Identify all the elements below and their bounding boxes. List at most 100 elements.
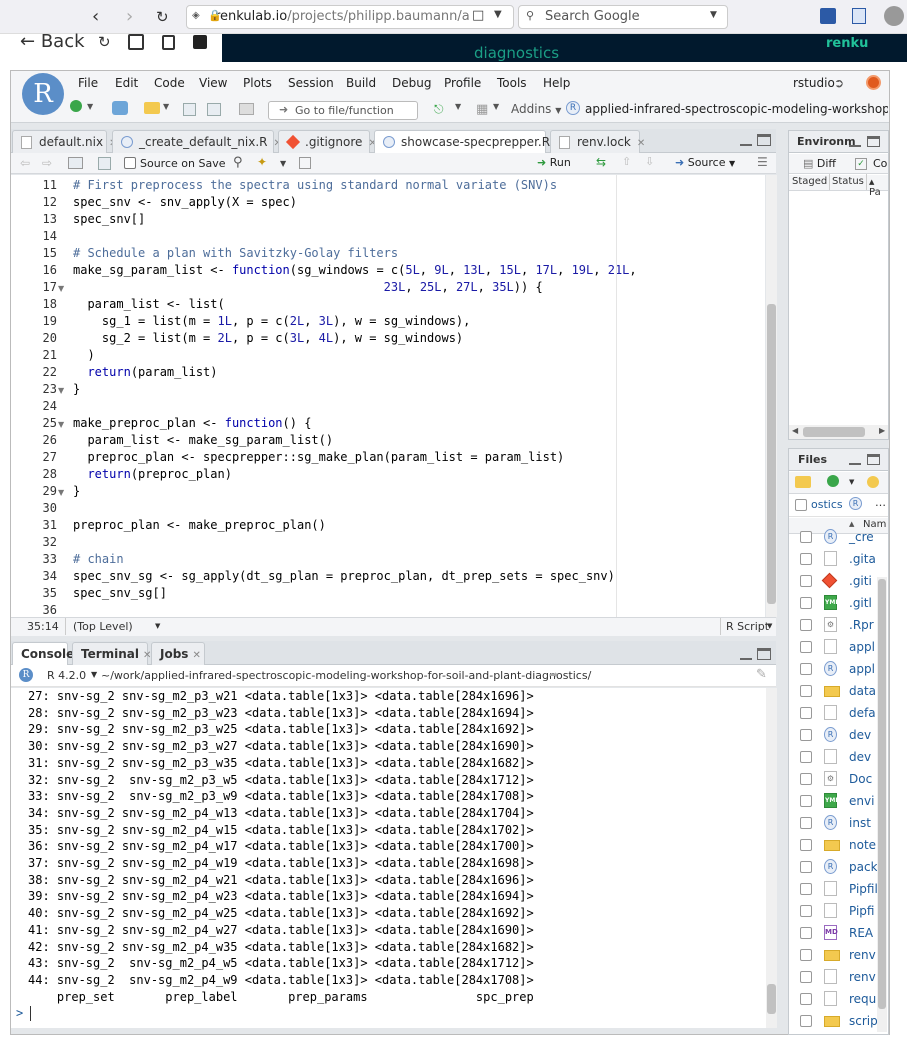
go-to-directory-icon[interactable]: ➦	[549, 668, 558, 681]
file-name[interactable]: scripts	[849, 1014, 879, 1028]
file-name[interactable]: renv	[849, 970, 876, 984]
console-scrollbar[interactable]	[766, 688, 777, 1028]
go-up-icon[interactable]: ⇧	[622, 155, 631, 168]
fold-chevron-icon[interactable]: ▼	[58, 284, 64, 293]
menu-edit[interactable]: Edit	[115, 76, 138, 90]
renku-logo[interactable]: renku	[826, 36, 868, 51]
menu-session[interactable]: Session	[288, 76, 334, 90]
file-row[interactable]: dev	[789, 747, 879, 769]
file-name[interactable]: Pipfi	[849, 904, 874, 918]
compile-report-icon[interactable]	[299, 157, 311, 169]
file-type[interactable]: R Script	[726, 620, 769, 633]
grid-icon[interactable]: ▦	[476, 102, 488, 117]
col-staged[interactable]: Staged	[792, 176, 827, 187]
source-button[interactable]: ➜ Source ▼	[675, 156, 735, 169]
document-icon[interactable]	[852, 8, 866, 24]
commit-check-icon[interactable]: ✓	[855, 158, 867, 170]
tab-files[interactable]: Files	[798, 453, 827, 466]
file-name[interactable]: pack	[849, 860, 878, 874]
file-row[interactable]: YML envi	[789, 791, 879, 813]
file-row[interactable]: Rdev	[789, 725, 879, 747]
menu-build[interactable]: Build	[346, 76, 376, 90]
browser-forward-icon[interactable]: ›	[126, 6, 133, 27]
file-name[interactable]: data	[849, 684, 876, 698]
fold-chevron-icon[interactable]: ▼	[58, 420, 64, 429]
file-name[interactable]: note	[849, 838, 876, 852]
file-row[interactable]: R _cre	[789, 527, 879, 549]
source-on-save-checkbox[interactable]	[124, 157, 136, 169]
maximize-env-icon[interactable]	[867, 136, 880, 147]
file-checkbox[interactable]	[800, 817, 812, 829]
editor-scrollbar-thumb[interactable]	[767, 304, 776, 604]
minimize-env-icon[interactable]	[849, 139, 861, 147]
fold-chevron-icon[interactable]: ▼	[58, 386, 64, 395]
project-menu[interactable]: applied-infrared-spectroscopic-modeling-…	[585, 102, 888, 116]
browser-back-icon[interactable]: ‹	[92, 6, 99, 27]
file-name[interactable]: requ	[849, 992, 876, 1006]
go-down-icon[interactable]: ⇩	[645, 155, 654, 168]
save-all-icon[interactable]	[207, 103, 221, 116]
file-row[interactable]: Pipfile	[789, 879, 879, 901]
env-hscroll-thumb[interactable]	[803, 427, 865, 437]
file-name[interactable]: Pipfile	[849, 882, 879, 896]
file-name[interactable]: .Rpr	[849, 618, 874, 632]
tab-default-nix[interactable]: default.nix✕	[12, 130, 117, 153]
code-editor[interactable]: 11 # First preprocess the spectra using s…	[11, 175, 765, 617]
file-name[interactable]: .gita	[849, 552, 876, 566]
file-checkbox[interactable]	[800, 839, 812, 851]
renku-back-button[interactable]: ← Back	[20, 31, 85, 52]
file-name[interactable]: dev	[849, 728, 871, 742]
menu-view[interactable]: View	[199, 76, 227, 90]
new-file-chevron-icon[interactable]: ▼	[849, 478, 854, 486]
tab-gitignore[interactable]: .gitignore ✕	[278, 130, 377, 153]
forward-nav-icon[interactable]: ⇨	[42, 156, 52, 170]
file-checkbox[interactable]	[800, 729, 812, 741]
file-name[interactable]: inst	[849, 816, 871, 830]
shield-icon[interactable]: ◈	[192, 10, 200, 21]
maximize-console-icon[interactable]	[757, 648, 771, 660]
col-status[interactable]: Status	[832, 176, 864, 187]
col-path[interactable]: ▲ Pa	[869, 176, 888, 198]
tab-environment[interactable]: Environm	[797, 135, 856, 148]
new-folder-icon[interactable]	[795, 476, 811, 488]
file-row[interactable]: .gita	[789, 549, 879, 571]
copy-icon[interactable]	[162, 35, 175, 50]
console-output[interactable]: 27: snv-sg_2 snv-sg_m2_p3_w21 <data.tabl…	[11, 688, 776, 1028]
file-checkbox[interactable]	[800, 795, 812, 807]
file-checkbox[interactable]	[800, 531, 812, 543]
file-checkbox[interactable]	[800, 641, 812, 653]
menu-profile[interactable]: Profile	[444, 76, 481, 90]
tab-jobs[interactable]: Jobs ✕	[151, 642, 205, 665]
maximize-pane-icon[interactable]	[757, 134, 771, 146]
file-row[interactable]: Rpack	[789, 857, 879, 879]
menu-file[interactable]: File	[78, 76, 98, 90]
file-row[interactable]: defa	[789, 703, 879, 725]
menu-debug[interactable]: Debug	[392, 76, 431, 90]
url-bar[interactable]: renkulab.io/projects/philipp.baumann/a	[186, 5, 514, 29]
files-scrollbar-thumb[interactable]	[878, 579, 886, 1009]
save-file-icon[interactable]	[183, 103, 196, 116]
close-icon[interactable]: ✕	[192, 650, 200, 661]
refresh-icon[interactable]: ↻	[98, 33, 111, 51]
file-name[interactable]: Doc	[849, 772, 872, 786]
tab-console[interactable]: Console	[12, 642, 74, 665]
console-cursor[interactable]	[30, 1006, 31, 1021]
more-icon[interactable]: …	[875, 496, 886, 509]
file-checkbox[interactable]	[800, 597, 812, 609]
file-checkbox[interactable]	[800, 883, 812, 895]
file-row[interactable]: Rappl	[789, 659, 879, 681]
file-checkbox[interactable]	[800, 619, 812, 631]
file-row[interactable]: ⚙ .Rpr	[789, 615, 879, 637]
breadcrumb[interactable]: ostics	[811, 498, 843, 511]
file-row[interactable]: MD REA	[789, 923, 879, 945]
menu-code[interactable]: Code	[154, 76, 185, 90]
save-icon[interactable]	[128, 34, 144, 50]
file-row[interactable]: data	[789, 681, 879, 703]
sign-out-icon[interactable]: ➲	[834, 76, 844, 90]
file-row[interactable]: renv	[789, 945, 879, 967]
clear-console-icon[interactable]: ✎	[756, 667, 767, 682]
minimize-console-icon[interactable]	[740, 650, 752, 660]
magic-wand-icon[interactable]: ✦	[257, 155, 267, 169]
tab-renv-lock[interactable]: renv.lock ✕	[550, 130, 645, 153]
file-checkbox[interactable]	[800, 927, 812, 939]
